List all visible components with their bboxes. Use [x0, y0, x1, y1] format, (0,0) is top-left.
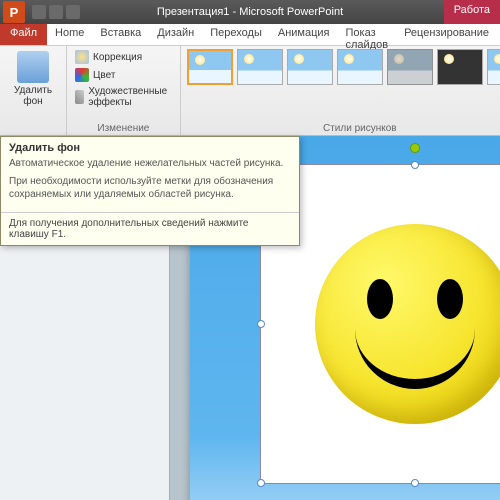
qat-redo-icon[interactable]	[66, 5, 80, 19]
color-label: Цвет	[93, 70, 115, 81]
group-adjust: Коррекция Цвет Художественные эффекты Из…	[67, 46, 181, 135]
tab-design[interactable]: Дизайн	[149, 24, 202, 45]
tooltip-p1: Автоматическое удаление нежелательных ча…	[9, 157, 291, 170]
tab-file[interactable]: Файл	[0, 24, 47, 45]
work-area: Удалить фон Автоматическое удаление неже…	[0, 136, 500, 500]
corrections-label: Коррекция	[93, 52, 142, 63]
corrections-button[interactable]: Коррекция	[73, 49, 174, 65]
group-styles-label: Стили рисунков	[187, 123, 500, 134]
tab-slideshow[interactable]: Показ слайдов	[338, 24, 397, 45]
tab-home[interactable]: Home	[47, 24, 92, 45]
qat-undo-icon[interactable]	[49, 5, 63, 19]
app-icon[interactable]: P	[3, 1, 25, 23]
remove-background-icon	[17, 51, 49, 83]
smiley-face-image	[315, 224, 500, 424]
tooltip-body: Автоматическое удаление нежелательных ча…	[1, 157, 299, 212]
resize-handle-l[interactable]	[257, 320, 265, 328]
group-remove-bg: Удалить фон	[0, 46, 67, 135]
resize-handle-bl[interactable]	[257, 479, 265, 487]
remove-background-label: Удалить фон	[8, 85, 58, 107]
smiley-eye-right	[437, 279, 463, 319]
qat-save-icon[interactable]	[32, 5, 46, 19]
context-tab-picture-tools[interactable]: Работа	[444, 0, 500, 24]
style-thumb-2[interactable]	[237, 49, 283, 85]
smiley-mouth	[355, 329, 475, 389]
color-icon	[75, 68, 89, 82]
resize-handle-b[interactable]	[411, 479, 419, 487]
artistic-effects-label: Художественные эффекты	[88, 86, 171, 108]
artistic-effects-icon	[75, 90, 84, 104]
title-bar: P Презентация1 - Microsoft PowerPoint Ра…	[0, 0, 500, 24]
style-thumb-4[interactable]	[337, 49, 383, 85]
tooltip-footer: Для получения дополнительных сведений на…	[1, 212, 299, 245]
picture-styles-gallery	[187, 49, 500, 85]
style-thumb-6[interactable]	[437, 49, 483, 85]
group-picture-styles: Стили рисунков	[181, 46, 500, 135]
style-thumb-5[interactable]	[387, 49, 433, 85]
resize-handle-t[interactable]	[411, 161, 419, 169]
rotate-handle[interactable]	[410, 143, 420, 153]
tab-animations[interactable]: Анимация	[270, 24, 338, 45]
style-thumb-1[interactable]	[187, 49, 233, 85]
tab-review[interactable]: Рецензирование	[396, 24, 497, 45]
artistic-effects-button[interactable]: Художественные эффекты	[73, 85, 174, 109]
tab-insert[interactable]: Вставка	[92, 24, 149, 45]
smiley-eye-left	[367, 279, 393, 319]
tooltip-remove-background: Удалить фон Автоматическое удаление неже…	[0, 136, 300, 246]
color-button[interactable]: Цвет	[73, 67, 174, 83]
slides-panel[interactable]: Удалить фон Автоматическое удаление неже…	[0, 136, 170, 500]
quick-access-toolbar	[32, 5, 80, 19]
tooltip-title: Удалить фон	[1, 137, 299, 157]
tab-transitions[interactable]: Переходы	[202, 24, 270, 45]
group-adjust-label: Изменение	[73, 123, 174, 134]
style-thumb-3[interactable]	[287, 49, 333, 85]
corrections-icon	[75, 50, 89, 64]
remove-background-button[interactable]: Удалить фон	[6, 49, 60, 109]
ribbon: Удалить фон Коррекция Цвет Художественны…	[0, 46, 500, 136]
ribbon-tabs: Файл Home Вставка Дизайн Переходы Анимац…	[0, 24, 500, 46]
tooltip-p2: При необходимости используйте метки для …	[9, 175, 291, 201]
style-thumb-7[interactable]	[487, 49, 500, 85]
